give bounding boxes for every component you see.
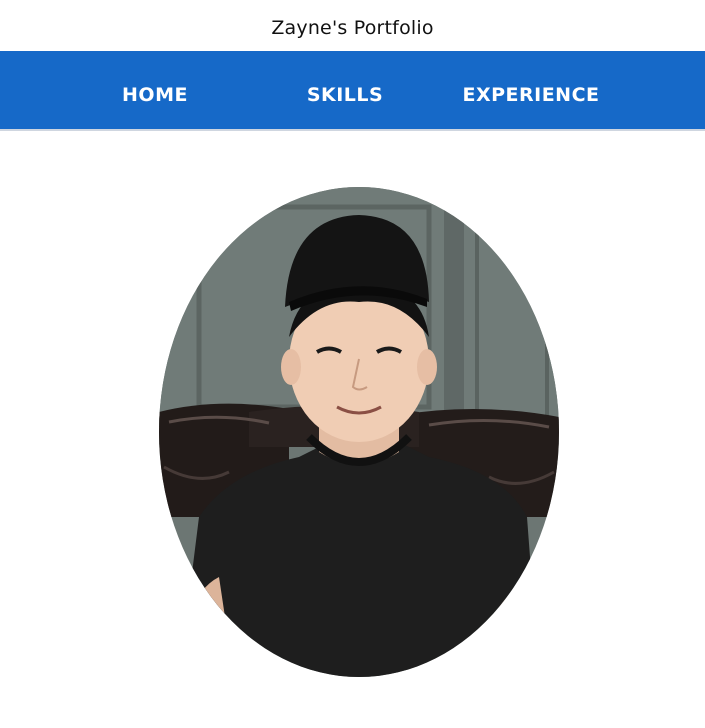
main-navbar: HOME SKILLS EXPERIENCE [0, 51, 705, 131]
nav-home-link[interactable]: HOME [110, 51, 200, 129]
profile-photo-illustration [159, 187, 559, 677]
nav-experience-link[interactable]: EXPERIENCE [460, 51, 602, 129]
nav-skills-link[interactable]: SKILLS [295, 51, 395, 129]
profile-photo [159, 187, 559, 677]
site-title: Zayne's Portfolio [271, 17, 434, 39]
